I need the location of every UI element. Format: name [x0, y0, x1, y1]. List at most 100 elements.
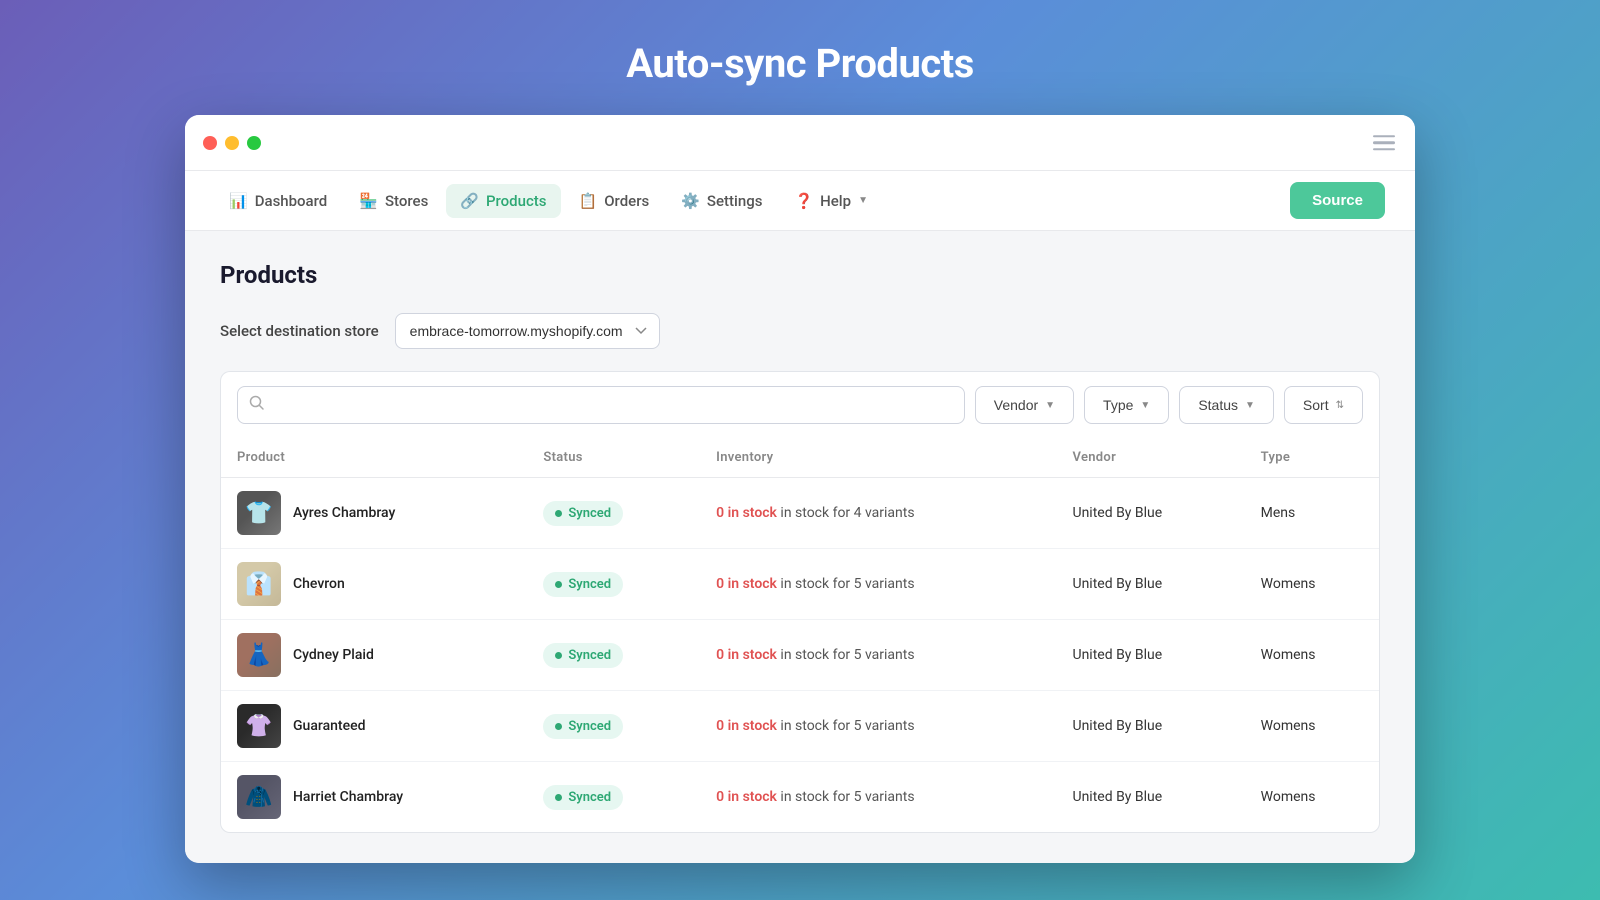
menu-icon[interactable] [1373, 135, 1395, 151]
search-input[interactable] [237, 386, 965, 424]
product-table: Product Status Inventory Vendor Type 👕 A… [221, 438, 1379, 832]
inventory-count-5: 0 in stock [716, 789, 777, 805]
nav-orders-label: Orders [604, 192, 649, 210]
source-button[interactable]: Source [1290, 182, 1385, 219]
status-cell-3: Synced [527, 620, 700, 691]
vendor-cell-3: United By Blue [1056, 620, 1244, 691]
store-selector-label: Select destination store [220, 322, 379, 340]
store-selector[interactable]: embrace-tomorrow.myshopify.com [395, 313, 660, 349]
vendor-cell-4: United By Blue [1056, 691, 1244, 762]
nav-settings-label: Settings [707, 192, 763, 210]
product-thumb-4: 👚 [237, 704, 281, 748]
minimize-button[interactable] [225, 136, 239, 150]
table-header-row: Product Status Inventory Vendor Type [221, 438, 1379, 478]
nav-settings[interactable]: ⚙️ Settings [667, 184, 776, 218]
inventory-cell-5: 0 in stock in stock for 5 variants [700, 762, 1056, 833]
navbar: 📊 Dashboard 🏪 Stores 🔗 Products 📋 Orders… [185, 171, 1415, 231]
vendor-filter[interactable]: Vendor ▼ [975, 386, 1074, 424]
inventory-variants-4: in stock for 5 variants [780, 718, 914, 734]
table-row[interactable]: 👚 Guaranteed Synced 0 in stock in stock … [221, 691, 1379, 762]
vendor-cell-2: United By Blue [1056, 549, 1244, 620]
search-wrapper [237, 386, 965, 424]
inventory-variants-5: in stock for 5 variants [780, 789, 914, 805]
orders-icon: 📋 [579, 192, 598, 210]
product-cell-5: 🧥 Harriet Chambray [221, 762, 527, 833]
vendor-cell-1: United By Blue [1056, 478, 1244, 549]
type-cell-3: Womens [1245, 620, 1379, 691]
product-thumb-2: 👔 [237, 562, 281, 606]
status-badge-4: Synced [543, 714, 623, 739]
vendor-cell-5: United By Blue [1056, 762, 1244, 833]
status-dot-2 [555, 581, 562, 588]
nav-help-label: Help [820, 192, 851, 210]
product-table-container: Product Status Inventory Vendor Type 👕 A… [220, 438, 1380, 833]
status-chevron-icon: ▼ [1245, 400, 1255, 411]
table-row[interactable]: 👗 Cydney Plaid Synced 0 in stock in stoc… [221, 620, 1379, 691]
type-cell-5: Womens [1245, 762, 1379, 833]
col-vendor: Vendor [1056, 438, 1244, 478]
main-content: Products Select destination store embrac… [185, 231, 1415, 863]
inventory-variants-2: in stock for 5 variants [780, 576, 914, 592]
product-thumb-3: 👗 [237, 633, 281, 677]
sort-button[interactable]: Sort ⇅ [1284, 386, 1363, 424]
search-icon [249, 395, 265, 415]
products-icon: 🔗 [460, 192, 479, 210]
settings-icon: ⚙️ [681, 192, 700, 210]
inventory-cell-1: 0 in stock in stock for 4 variants [700, 478, 1056, 549]
sort-label: Sort [1303, 397, 1329, 413]
product-name-1: Ayres Chambray [293, 505, 395, 521]
status-dot-1 [555, 510, 562, 517]
nav-orders[interactable]: 📋 Orders [565, 184, 664, 218]
maximize-button[interactable] [247, 136, 261, 150]
inventory-count-4: 0 in stock [716, 718, 777, 734]
nav-help[interactable]: ❓ Help ▼ [780, 184, 882, 218]
product-cell-2: 👔 Chevron [221, 549, 527, 620]
hamburger-line-1 [1373, 135, 1395, 138]
store-selector-row: Select destination store embrace-tomorro… [220, 313, 1380, 349]
status-cell-4: Synced [527, 691, 700, 762]
product-name-5: Harriet Chambray [293, 789, 403, 805]
inventory-variants-3: in stock for 5 variants [780, 647, 914, 663]
section-title: Products [220, 261, 1380, 289]
app-window: 📊 Dashboard 🏪 Stores 🔗 Products 📋 Orders… [185, 115, 1415, 863]
close-button[interactable] [203, 136, 217, 150]
status-dot-5 [555, 794, 562, 801]
nav-stores-label: Stores [385, 192, 428, 210]
table-row[interactable]: 🧥 Harriet Chambray Synced 0 in stock in … [221, 762, 1379, 833]
product-thumb-1: 👕 [237, 491, 281, 535]
table-row[interactable]: 👔 Chevron Synced 0 in stock in stock for… [221, 549, 1379, 620]
inventory-variants-1: in stock for 4 variants [780, 505, 914, 521]
product-thumb-5: 🧥 [237, 775, 281, 819]
product-cell-1: 👕 Ayres Chambray [221, 478, 527, 549]
col-inventory: Inventory [700, 438, 1056, 478]
inventory-cell-4: 0 in stock in stock for 5 variants [700, 691, 1056, 762]
inventory-count-2: 0 in stock [716, 576, 777, 592]
col-type: Type [1245, 438, 1379, 478]
status-filter[interactable]: Status ▼ [1179, 386, 1274, 424]
type-filter[interactable]: Type ▼ [1084, 386, 1169, 424]
stores-icon: 🏪 [359, 192, 378, 210]
type-filter-label: Type [1103, 397, 1133, 413]
status-dot-4 [555, 723, 562, 730]
nav-dashboard-label: Dashboard [255, 192, 328, 210]
table-row[interactable]: 👕 Ayres Chambray Synced 0 in stock in st… [221, 478, 1379, 549]
status-dot-3 [555, 652, 562, 659]
help-chevron-icon: ▼ [858, 195, 868, 206]
product-name-3: Cydney Plaid [293, 647, 374, 663]
nav-products[interactable]: 🔗 Products [446, 184, 560, 218]
traffic-lights [203, 136, 261, 150]
nav-stores[interactable]: 🏪 Stores [345, 184, 442, 218]
inventory-count-1: 0 in stock [716, 505, 777, 521]
hamburger-line-3 [1373, 148, 1395, 151]
status-filter-label: Status [1198, 397, 1238, 413]
col-product: Product [221, 438, 527, 478]
status-cell-1: Synced [527, 478, 700, 549]
status-badge-5: Synced [543, 785, 623, 810]
filter-row: Vendor ▼ Type ▼ Status ▼ Sort ⇅ [220, 371, 1380, 438]
nav-dashboard[interactable]: 📊 Dashboard [215, 184, 341, 218]
vendor-chevron-icon: ▼ [1045, 400, 1055, 411]
type-cell-4: Womens [1245, 691, 1379, 762]
status-cell-2: Synced [527, 549, 700, 620]
product-name-2: Chevron [293, 576, 345, 592]
titlebar [185, 115, 1415, 171]
